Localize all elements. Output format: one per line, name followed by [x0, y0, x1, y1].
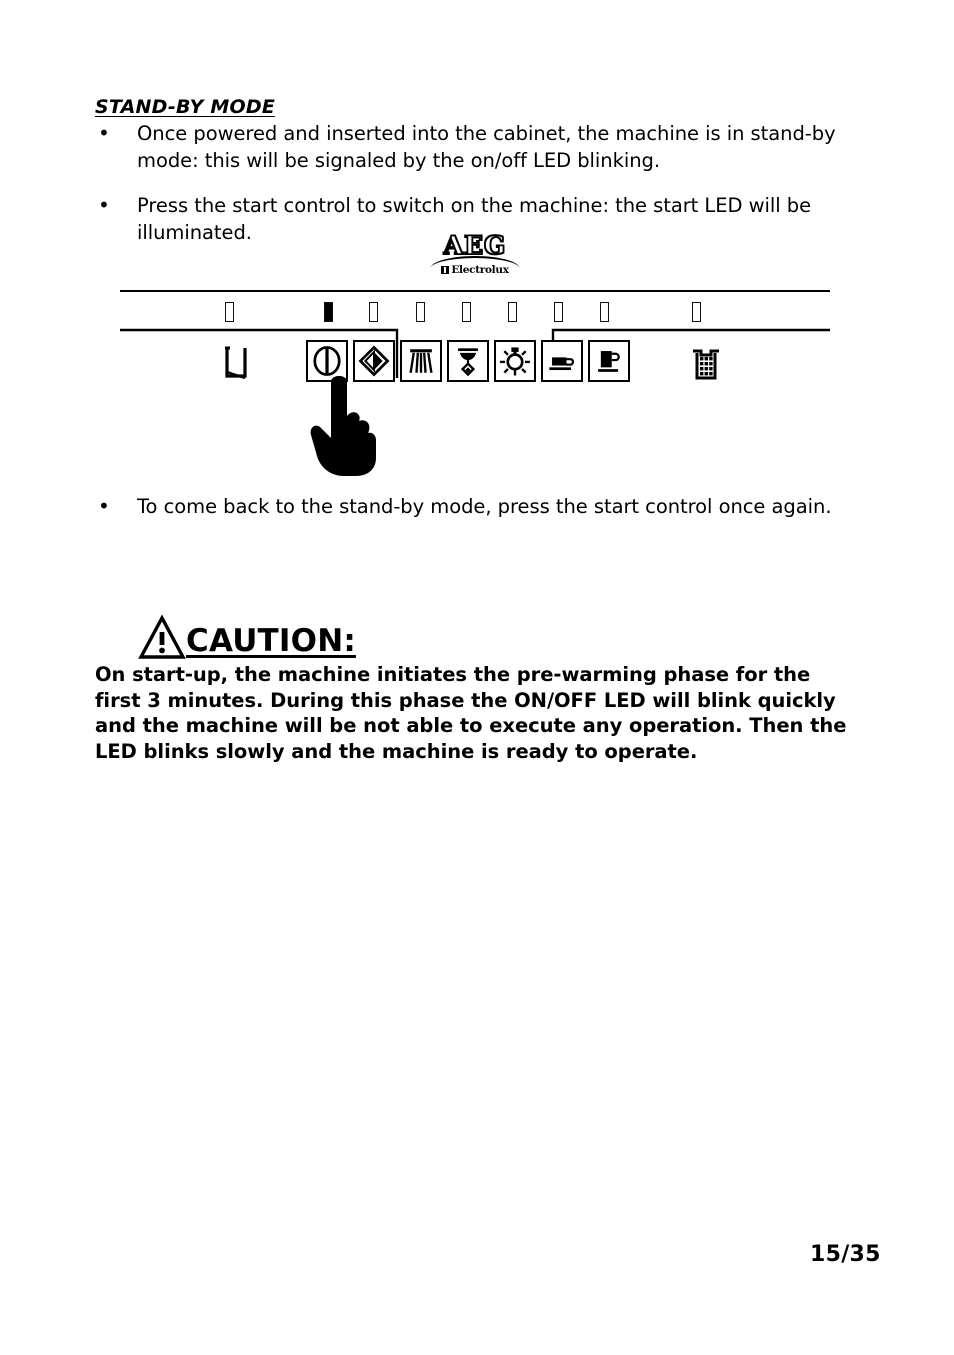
led-descale	[508, 302, 517, 322]
hot-water-button[interactable]	[447, 340, 489, 382]
led-on-off	[324, 302, 333, 322]
espresso-button[interactable]	[541, 340, 583, 382]
page-number: 15/35	[810, 1242, 881, 1267]
bullet-marker: •	[98, 494, 110, 518]
grounds-drawer-symbol-icon	[688, 344, 724, 386]
pointing-hand-cursor-icon	[306, 372, 380, 477]
led-lungo	[600, 302, 609, 322]
brand-name-aeg: AEG	[443, 231, 507, 260]
descale-button[interactable]	[494, 340, 536, 382]
caution-body-text: On start-up, the machine initiates the p…	[95, 663, 847, 763]
bullet-marker: •	[98, 121, 110, 145]
led-steam	[416, 302, 425, 322]
caution-heading: CAUTION:	[138, 615, 356, 660]
led-grounds-drawer	[692, 302, 701, 322]
led-water-tank	[225, 302, 234, 322]
led-hot-water	[462, 302, 471, 322]
page-title: STAND-BY MODE	[95, 96, 276, 118]
document-page: STAND-BY MODE • Once powered and inserte…	[0, 0, 954, 1355]
bullet-marker: •	[98, 193, 110, 217]
list-item: • To come back to the stand-by mode, pre…	[95, 493, 900, 520]
list-item: • Once powered and inserted into the cab…	[95, 120, 900, 174]
led-rinse	[369, 302, 378, 322]
panel-top-rule	[120, 290, 830, 292]
electrolux-mark-icon	[441, 266, 450, 274]
led-espresso	[554, 302, 563, 322]
water-tank-symbol-icon	[219, 342, 255, 384]
warning-triangle-icon	[138, 615, 186, 660]
bullet-text: To come back to the stand-by mode, press…	[137, 495, 832, 518]
caution-title: CAUTION:	[186, 623, 356, 659]
control-panel-figure: AEG Electrolux	[120, 232, 830, 482]
brand-sub-electrolux: Electrolux	[416, 264, 534, 276]
lungo-button[interactable]	[588, 340, 630, 382]
led-indicator-row	[120, 302, 830, 324]
brand-logo: AEG Electrolux	[416, 231, 534, 278]
steam-button[interactable]	[400, 340, 442, 382]
brand-sub-label: Electrolux	[451, 264, 509, 276]
bullet-text: Once powered and inserted into the cabin…	[137, 122, 836, 172]
